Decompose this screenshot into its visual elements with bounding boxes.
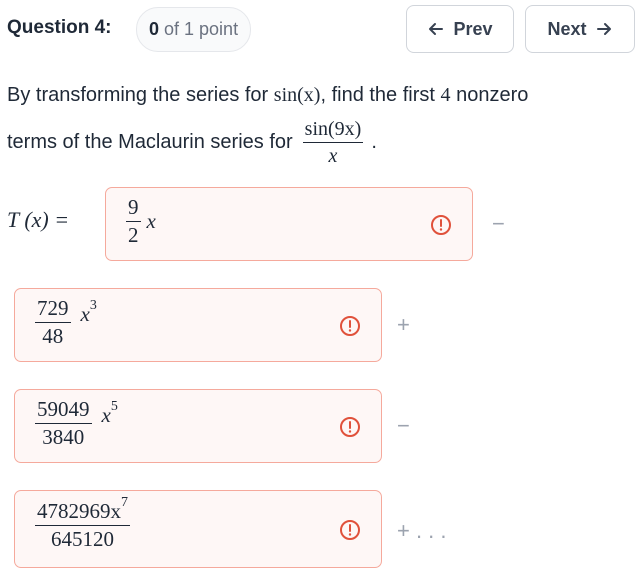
- answer-input-term-2[interactable]: 729 48 x3: [14, 288, 382, 362]
- prev-label: Prev: [453, 18, 493, 39]
- term-4-power: 7: [121, 495, 128, 510]
- sign-after-term-2: +: [397, 312, 410, 337]
- points-earned: 0: [149, 19, 160, 39]
- exclamation-circle-icon: [430, 214, 452, 236]
- term-4-numerator-text: 4782969x: [37, 499, 121, 523]
- prev-button[interactable]: Prev: [406, 5, 514, 53]
- points-badge: 0 of 1 point: [136, 7, 252, 52]
- term-2-fraction: 729 48: [35, 296, 71, 349]
- prompt-period: .: [371, 131, 377, 153]
- term-3-monomial: x5: [101, 399, 118, 428]
- term-1-numerator: 9: [126, 195, 141, 223]
- term-2-denominator: 48: [42, 324, 64, 349]
- sign-after-term-4: + . . .: [397, 518, 447, 543]
- answer-input-term-4[interactable]: 4782969x7 645120: [14, 490, 382, 568]
- term-4-expression: 4782969x7 645120: [35, 495, 130, 552]
- taylor-label: T (x) =: [7, 207, 70, 232]
- term-1-denominator: 2: [128, 223, 139, 248]
- arrow-left-icon: [427, 20, 445, 38]
- prompt-count: 4: [440, 84, 451, 106]
- term-1-fraction: 9 2: [126, 195, 141, 248]
- points-total: of 1 point: [164, 19, 239, 39]
- term-1-variable: x: [146, 209, 156, 234]
- term-3-power: 5: [110, 399, 118, 415]
- answer-input-term-3[interactable]: 59049 3840 x5: [14, 389, 382, 463]
- next-label: Next: [547, 18, 587, 39]
- prompt-fraction-numerator: sin(9x): [302, 118, 364, 143]
- term-3-expression: 59049 3840 x5: [35, 397, 118, 450]
- sign-after-term-1: −: [492, 211, 505, 236]
- question-title: Question 4:: [7, 17, 112, 38]
- sign-after-term-3: −: [397, 413, 410, 438]
- prompt-sin-x: sin(x): [273, 84, 321, 106]
- exclamation-circle-icon: [339, 416, 361, 438]
- term-3-denominator: 3840: [42, 425, 85, 450]
- term-3-fraction: 59049 3840: [35, 397, 92, 450]
- next-button[interactable]: Next: [525, 5, 635, 53]
- question-header: Question 4: 0 of 1 point Prev Next: [0, 0, 643, 58]
- term-2-variable: x: [80, 302, 90, 327]
- prompt-text-a: By transforming the series for: [7, 84, 274, 106]
- question-prompt-line2: terms of the Maclaurin series for sin(9x…: [7, 118, 377, 167]
- exclamation-circle-icon: [339, 519, 361, 541]
- exclamation-circle-icon: [339, 315, 361, 337]
- term-4-numerator: 4782969x7: [35, 495, 130, 527]
- prompt-fraction: sin(9x) x: [302, 118, 364, 167]
- term-2-monomial: x3: [80, 298, 97, 327]
- prompt-text-c: nonzero: [450, 84, 529, 106]
- term-2-power: 3: [89, 298, 97, 314]
- answer-input-term-1[interactable]: 9 2 x: [105, 187, 473, 261]
- prompt-text-d: terms of the Maclaurin series for: [7, 131, 293, 153]
- term-4-denominator: 645120: [51, 527, 114, 552]
- term-1-expression: 9 2 x: [126, 195, 156, 248]
- term-3-numerator: 59049: [35, 397, 92, 425]
- prompt-text-b: , find the first: [320, 84, 441, 106]
- term-4-fraction: 4782969x7 645120: [35, 495, 130, 552]
- term-3-variable: x: [101, 403, 111, 428]
- prompt-fraction-denominator: x: [328, 145, 338, 167]
- term-2-expression: 729 48 x3: [35, 296, 97, 349]
- question-prompt: By transforming the series for sin(x), f…: [7, 80, 637, 110]
- term-2-numerator: 729: [35, 296, 71, 324]
- arrow-right-icon: [595, 20, 613, 38]
